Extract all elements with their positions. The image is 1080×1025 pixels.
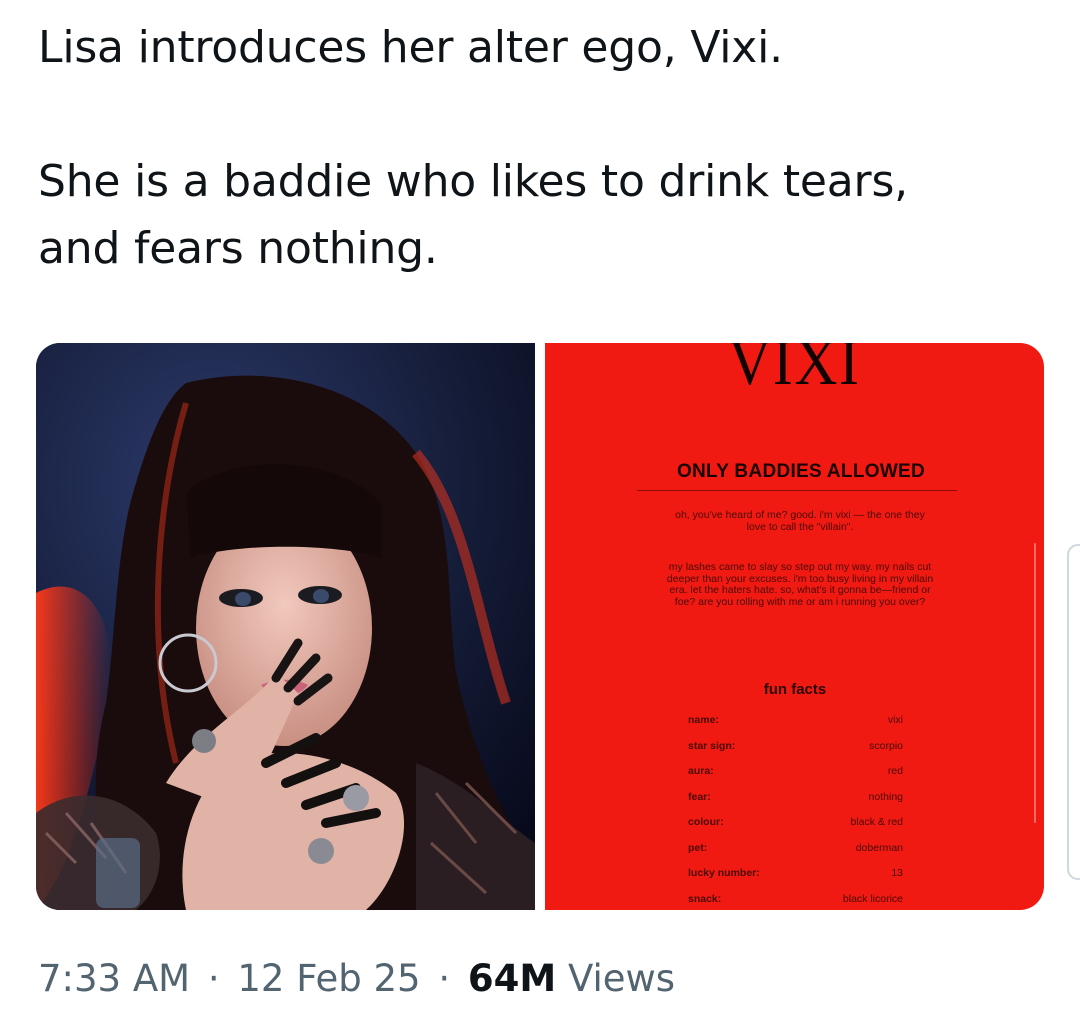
vixi-profile-card[interactable]: VIXI ONLY BADDIES ALLOWED oh, you've hea… (545, 343, 1044, 910)
page-scroll-handle[interactable] (1067, 544, 1080, 880)
fact-key: pet: (688, 841, 708, 854)
fact-value: doberman (855, 841, 903, 854)
fact-value: red (887, 765, 903, 777)
fact-row: lucky number: 13 (688, 867, 903, 893)
fact-row: name: vixi (688, 714, 903, 740)
media-grid: VIXI ONLY BADDIES ALLOWED oh, you've hea… (36, 343, 1044, 910)
card-heading: ONLY BADDIES ALLOWED (676, 461, 926, 482)
tweet-meta: 7:33 AM · 12 Feb 25 · 64M Views (38, 953, 675, 1005)
fact-row: pet: doberman (688, 842, 903, 868)
photo-lisa[interactable] (36, 343, 535, 910)
tweet-time: 7:33 AM (38, 957, 191, 1000)
fact-value: scorpio (869, 739, 903, 752)
meta-separator: · (438, 957, 451, 1000)
fact-row: colour: black & red (688, 816, 903, 842)
tweet-text-line: She is a baddie who likes to drink tears… (38, 156, 908, 207)
fact-key: aura: (688, 765, 714, 777)
tweet-text-line: Lisa introduces her alter ego, Vixi. (38, 22, 783, 73)
fact-key: name: (688, 714, 719, 726)
fact-row: fear: nothing (688, 791, 903, 817)
tweet-text-line: and fears nothing. (38, 223, 438, 274)
views-label[interactable]: Views (568, 957, 675, 1000)
fact-row: star sign: scorpio (688, 740, 903, 766)
fact-key: star sign: (688, 739, 736, 752)
fact-key: lucky number: (688, 867, 760, 879)
tweet-date[interactable]: 12 Feb 25 (237, 957, 420, 1000)
vixi-logo: VIXI (728, 343, 861, 399)
card-divider (637, 490, 957, 491)
portrait-illustration (36, 343, 535, 910)
fact-value: black & red (850, 816, 903, 828)
fact-key: snack: (688, 892, 722, 905)
card-intro-paragraph: oh, you've heard of me? good. i'm vixi —… (675, 509, 925, 533)
fun-facts-list: name: vixi star sign: scorpio aura: red fea… (688, 714, 903, 910)
fact-row: snack: black licorice (688, 893, 903, 911)
fun-facts-title: fun facts (763, 681, 827, 698)
fact-key: fear: (688, 790, 711, 803)
fact-value: vixi (887, 714, 903, 726)
meta-separator: · (207, 957, 220, 1000)
fact-key: colour: (688, 816, 724, 828)
fact-value: nothing (868, 790, 903, 803)
card-body-paragraph: my lashes came to slay so step out my wa… (666, 561, 934, 608)
fact-value: black licorice (842, 892, 903, 905)
card-scrollbar[interactable] (1034, 543, 1036, 823)
fact-row: aura: red (688, 765, 903, 791)
tweet-text: Lisa introduces her alter ego, Vixi. She… (38, 14, 1048, 282)
views-count[interactable]: 64M (468, 957, 556, 1000)
fact-value: 13 (891, 867, 903, 879)
